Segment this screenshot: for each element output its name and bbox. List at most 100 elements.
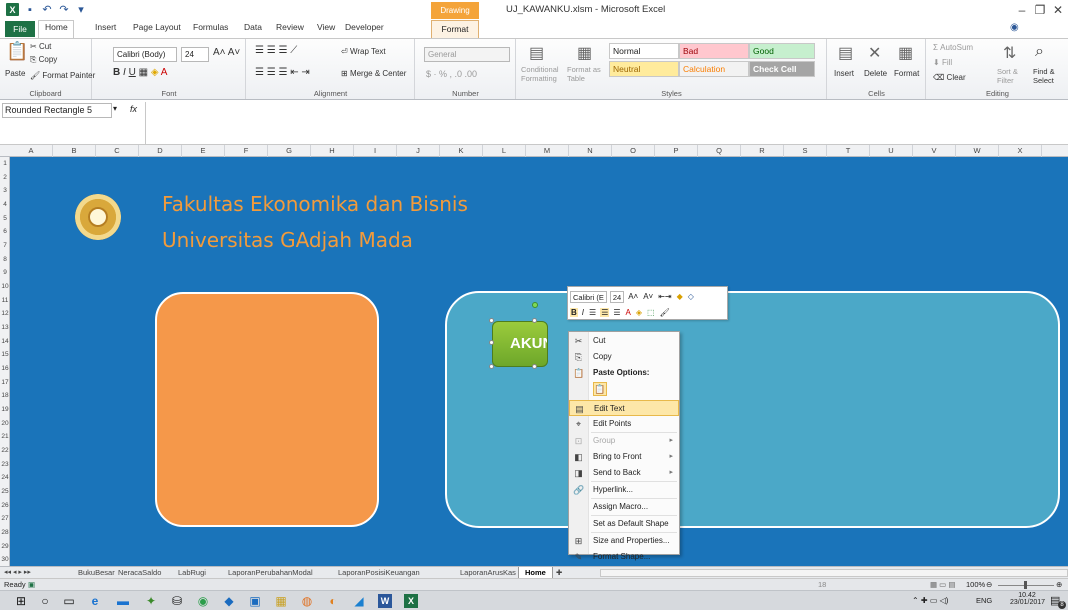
- number-format-buttons[interactable]: $ · % , .0 .00: [426, 69, 477, 79]
- delete-cells-icon[interactable]: ✕: [868, 43, 881, 63]
- column-header-a[interactable]: A: [10, 145, 53, 157]
- row-header-30[interactable]: 30: [0, 553, 10, 567]
- grow-font-icon[interactable]: A˄: [627, 292, 639, 301]
- tab-insert[interactable]: Insert: [95, 22, 116, 32]
- column-header-l[interactable]: L: [483, 145, 526, 157]
- menu-item-size-and-properties[interactable]: ⊞ Size and Properties...: [569, 533, 679, 549]
- formula-input[interactable]: [145, 102, 1068, 144]
- resize-handle[interactable]: [489, 318, 494, 323]
- akun-button-shape[interactable]: AKUN: [492, 321, 548, 367]
- row-header-13[interactable]: 13: [0, 321, 10, 335]
- restore-icon[interactable]: ❐: [1032, 3, 1048, 17]
- tab-home[interactable]: Home: [45, 22, 68, 32]
- language-indicator[interactable]: ENG: [976, 596, 992, 605]
- format-table-button[interactable]: Format as Table: [567, 65, 607, 83]
- tray-icons[interactable]: ⌃ ✚ ▭ ◁): [912, 596, 948, 605]
- row-header-21[interactable]: 21: [0, 430, 10, 444]
- row-header-9[interactable]: 9: [0, 266, 10, 280]
- row-header-2[interactable]: 2: [0, 171, 10, 185]
- merge-center-button[interactable]: ⊞ Merge & Center: [341, 69, 406, 78]
- conditional-formatting-icon[interactable]: ▤: [529, 43, 544, 63]
- column-header-g[interactable]: G: [268, 145, 311, 157]
- tab-formulas[interactable]: Formulas: [193, 22, 228, 32]
- save-icon[interactable]: ▪: [24, 4, 36, 16]
- row-header-3[interactable]: 3: [0, 184, 10, 198]
- paste-button[interactable]: Paste: [5, 69, 25, 78]
- font-size-select[interactable]: 24: [181, 47, 209, 62]
- column-header-j[interactable]: J: [397, 145, 440, 157]
- app-blue-icon[interactable]: ◆: [222, 594, 236, 608]
- app-blue2-icon[interactable]: ▣: [248, 594, 262, 608]
- insert-cells-icon[interactable]: ▤: [838, 43, 853, 63]
- sort-filter-icon[interactable]: ⇅: [1003, 43, 1016, 63]
- row-header-14[interactable]: 14: [0, 335, 10, 349]
- resize-handle[interactable]: [532, 364, 537, 369]
- task-view-icon[interactable]: ▭: [62, 594, 76, 608]
- column-header-n[interactable]: N: [569, 145, 612, 157]
- row-header-19[interactable]: 19: [0, 403, 10, 417]
- column-header-f[interactable]: F: [225, 145, 268, 157]
- row-header-17[interactable]: 17: [0, 376, 10, 390]
- mini-font-select[interactable]: Calibri (E: [570, 290, 607, 303]
- row-header-28[interactable]: 28: [0, 526, 10, 540]
- autosum-button[interactable]: Σ AutoSum: [933, 43, 973, 52]
- column-header-r[interactable]: R: [741, 145, 784, 157]
- fill-color-icon[interactable]: ◈: [151, 67, 159, 78]
- shape-outline-icon[interactable]: ◇: [687, 292, 695, 301]
- border-icon[interactable]: ▦: [139, 67, 148, 78]
- format-cells-icon[interactable]: ▦: [898, 43, 913, 63]
- column-header-u[interactable]: U: [870, 145, 913, 157]
- style-bad[interactable]: Bad: [679, 43, 749, 59]
- conditional-formatting-button[interactable]: Conditional Formatting: [521, 65, 565, 83]
- tab-file[interactable]: File: [5, 21, 35, 37]
- windows-start-icon[interactable]: ⊞: [14, 594, 28, 608]
- menu-item-bring-to-front[interactable]: ◧ Bring to Front ▸: [569, 449, 679, 465]
- format-table-icon[interactable]: ▦: [577, 43, 592, 63]
- resize-handle[interactable]: [489, 364, 494, 369]
- delete-button[interactable]: Delete: [864, 69, 887, 78]
- calculator-icon[interactable]: ▦: [274, 594, 288, 608]
- fill-button[interactable]: ⬇ Fill: [933, 58, 952, 67]
- row-header-4[interactable]: 4: [0, 198, 10, 212]
- insert-function-button[interactable]: fx: [130, 104, 137, 114]
- row-header-6[interactable]: 6: [0, 225, 10, 239]
- row-header-27[interactable]: 27: [0, 512, 10, 526]
- rotation-handle[interactable]: [532, 302, 538, 308]
- menu-item-edit-text[interactable]: ▤ Edit Text: [569, 400, 679, 416]
- zoom-slider-thumb[interactable]: [1024, 581, 1027, 589]
- number-format-select[interactable]: General: [424, 47, 510, 62]
- app-icon[interactable]: ✦: [144, 594, 158, 608]
- bold-icon[interactable]: B: [113, 67, 120, 78]
- menu-item-assign-macro[interactable]: Assign Macro...: [569, 499, 679, 515]
- binoculars-icon[interactable]: ⌕: [1035, 43, 1044, 61]
- row-header-1[interactable]: 1: [0, 157, 10, 171]
- font-color-icon[interactable]: A: [625, 308, 632, 317]
- indent-icon[interactable]: ⇤⇥: [657, 292, 672, 301]
- row-header-20[interactable]: 20: [0, 417, 10, 431]
- name-box[interactable]: Rounded Rectangle 5: [2, 103, 112, 118]
- fill-color-icon[interactable]: ◈: [635, 308, 643, 317]
- clock[interactable]: 10.42 23/01/2017: [1010, 592, 1045, 606]
- style-check-cell[interactable]: Check Cell: [749, 61, 815, 77]
- column-header-c[interactable]: C: [96, 145, 139, 157]
- sort-filter-button[interactable]: Sort & Filter: [997, 67, 1033, 85]
- bold-icon[interactable]: B: [570, 308, 578, 317]
- row-header-23[interactable]: 23: [0, 458, 10, 472]
- excel-taskbar-icon[interactable]: X: [404, 594, 418, 608]
- redo-icon[interactable]: ↷: [58, 4, 70, 16]
- mini-size-select[interactable]: 24: [609, 290, 625, 303]
- menu-item-edit-points[interactable]: ⌖ Edit Points: [569, 416, 679, 432]
- app-green-icon[interactable]: ◉: [196, 594, 210, 608]
- customize-dropdown-icon[interactable]: ▾: [75, 4, 87, 16]
- desktop-icon[interactable]: ▬: [116, 594, 130, 608]
- style-good[interactable]: Good: [749, 43, 815, 59]
- style-normal[interactable]: Normal: [609, 43, 679, 59]
- column-header-x[interactable]: X: [999, 145, 1042, 157]
- app-arrow-icon[interactable]: ◢: [352, 594, 366, 608]
- align-top-buttons[interactable]: ☰ ☰ ☰ ⟋: [255, 45, 297, 56]
- tab-page-layout[interactable]: Page Layout: [133, 22, 181, 32]
- row-header-29[interactable]: 29: [0, 540, 10, 554]
- column-header-i[interactable]: I: [354, 145, 397, 157]
- row-header-8[interactable]: 8: [0, 253, 10, 267]
- row-header-16[interactable]: 16: [0, 362, 10, 376]
